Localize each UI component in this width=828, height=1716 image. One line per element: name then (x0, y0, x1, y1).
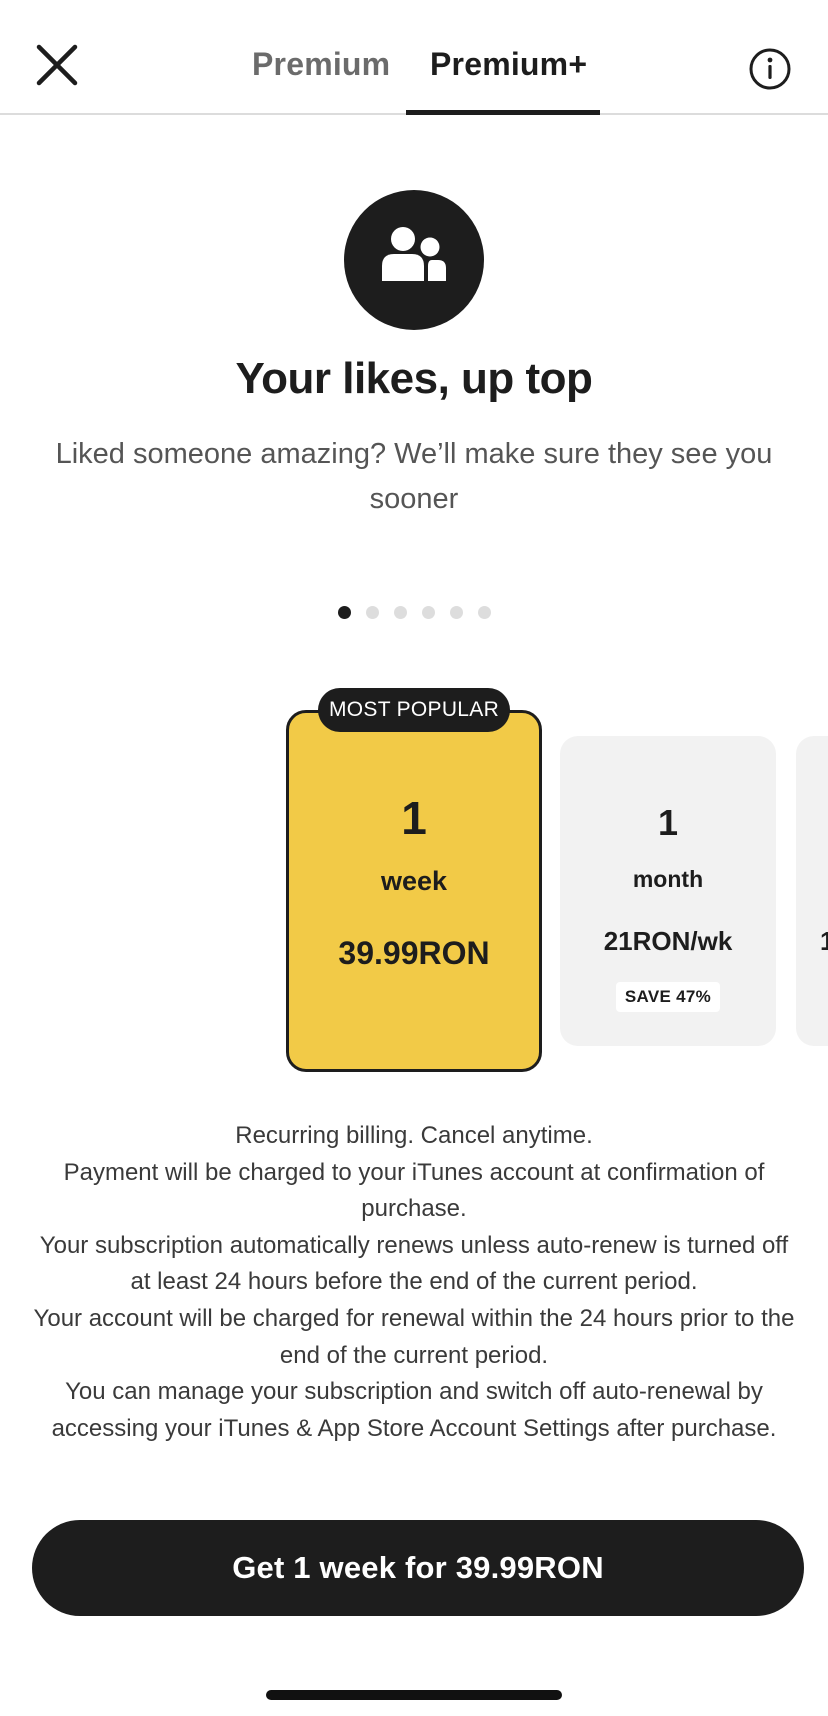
people-icon (344, 190, 484, 330)
feature-description: Liked someone amazing? We’ll make sure t… (55, 438, 773, 515)
tab-premium[interactable]: Premium (252, 46, 390, 83)
carousel-dot[interactable] (394, 606, 407, 619)
save-badge: SAVE 47% (616, 982, 720, 1012)
legal-line: Payment will be charged to your iTunes a… (63, 1158, 765, 1223)
plan-price: 39.99RON (338, 935, 490, 971)
legal-line: Your account will be charged for renewal… (33, 1304, 795, 1369)
plan-card-partial[interactable]: 1 (796, 736, 828, 1046)
close-icon[interactable] (32, 40, 82, 90)
carousel-dot[interactable] (338, 606, 351, 619)
plan-duration-number: 1 (657, 802, 679, 843)
legal-line: Recurring billing. Cancel anytime. (235, 1122, 593, 1149)
most-popular-badge: MOST POPULAR (318, 688, 510, 732)
header: Premium Premium+ (0, 0, 828, 115)
info-icon[interactable] (748, 47, 792, 91)
tab-premium-plus[interactable]: Premium+ (430, 46, 587, 83)
feature-title: Your likes, up top (235, 354, 593, 403)
plan-price: 21RON/wk (603, 926, 733, 956)
carousel-dot[interactable] (478, 606, 491, 619)
plan-duration-unit: month (632, 866, 704, 892)
carousel-dot[interactable] (422, 606, 435, 619)
carousel-dot[interactable] (366, 606, 379, 619)
plan-card-1-month[interactable]: 1 month 21RON/wk SAVE 47% (560, 736, 776, 1046)
tab-selected-indicator (406, 110, 600, 115)
plan-card-1-week[interactable]: 1 week 39.99RON (286, 710, 542, 1072)
carousel-dot[interactable] (450, 606, 463, 619)
plan-duration-number: 1 (401, 792, 427, 844)
purchase-button[interactable]: Get 1 week for 39.99RON (32, 1520, 804, 1616)
carousel-dots (338, 606, 491, 620)
plan-price: 1 (820, 926, 828, 956)
plan-duration-unit: week (380, 866, 448, 896)
legal-text: Recurring billing. Cancel anytime. Payme… (30, 1118, 798, 1494)
home-indicator[interactable] (266, 1690, 562, 1700)
legal-line: You can manage your subscription and swi… (51, 1378, 777, 1442)
legal-line: Your subscription automatically renews u… (39, 1231, 789, 1296)
